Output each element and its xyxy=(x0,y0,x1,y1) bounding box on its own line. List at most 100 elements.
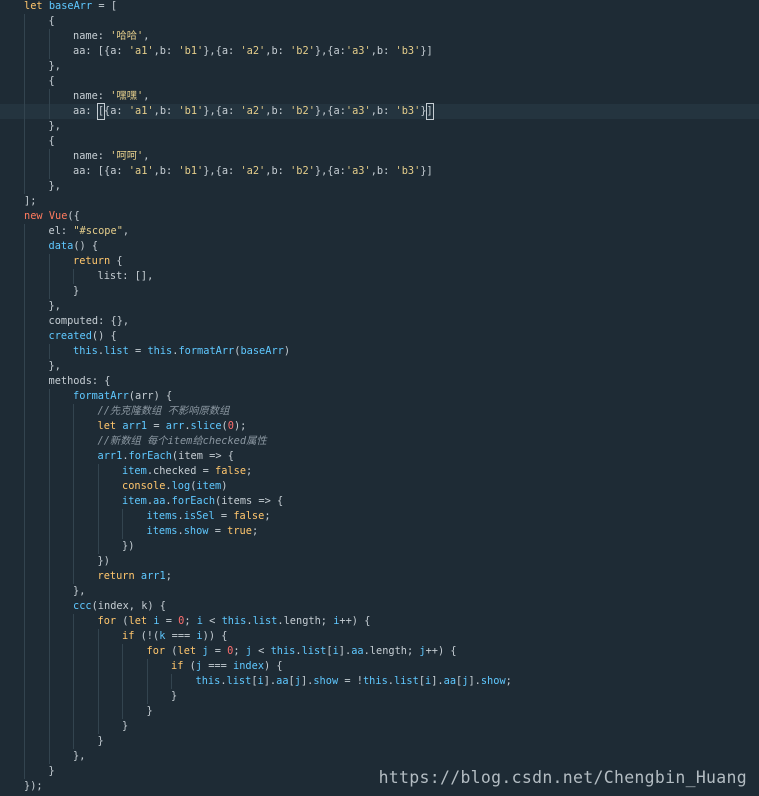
indent-guide xyxy=(122,659,123,674)
code-line[interactable]: items.isSel = false; xyxy=(0,509,759,524)
code-line[interactable]: created() { xyxy=(0,329,759,344)
code-token: },{a: xyxy=(314,105,346,117)
code-line[interactable]: { xyxy=(0,14,759,29)
code-token: ,b: xyxy=(265,45,291,57)
code-line[interactable]: data() { xyxy=(0,239,759,254)
code-token: = ! xyxy=(338,675,363,687)
code-token: ( xyxy=(183,660,196,672)
code-line[interactable]: aa: [{a: 'a1',b: 'b1'},{a: 'a2',b: 'b2'}… xyxy=(0,44,759,59)
code-token: , xyxy=(143,30,150,42)
code-token: }, xyxy=(73,585,86,597)
code-line[interactable]: for (let i = 0; i < this.list.length; i+… xyxy=(0,614,759,629)
code-token: arr1 xyxy=(122,420,148,432)
code-line[interactable]: } xyxy=(0,284,759,299)
code-line[interactable]: if (j === index) { xyxy=(0,659,759,674)
code-token: () { xyxy=(91,330,117,342)
code-editor[interactable]: let baseArr = [{name: '哈哈', aa: [{a: 'a1'… xyxy=(0,0,759,796)
code-line[interactable]: formatArr(arr) { xyxy=(0,389,759,404)
code-line[interactable]: ]; xyxy=(0,194,759,209)
indent-guide xyxy=(24,509,25,524)
code-line[interactable]: //先克隆数组 不影响原数组 xyxy=(0,404,759,419)
code-token: aa: [{a: xyxy=(73,165,129,177)
indent-guide xyxy=(24,254,25,269)
code-text: }, xyxy=(49,359,61,374)
indent-guide xyxy=(73,614,74,629)
code-line[interactable]: let arr1 = arr.slice(0); xyxy=(0,419,759,434)
code-text: aa: [{a: 'a1',b: 'b1'},{a: 'a2',b: 'b2'}… xyxy=(73,44,433,59)
code-line[interactable]: //新数组 每个item给checked属性 xyxy=(0,434,759,449)
code-line[interactable]: items.show = true; xyxy=(0,524,759,539)
code-token: 'a1' xyxy=(128,45,154,57)
code-token: formatArr xyxy=(178,345,235,357)
code-line[interactable]: list: [], xyxy=(0,269,759,284)
code-line[interactable]: computed: {}, xyxy=(0,314,759,329)
code-line[interactable]: } xyxy=(0,689,759,704)
code-line[interactable]: if (!(k === i)) { xyxy=(0,629,759,644)
code-line[interactable]: new Vue({ xyxy=(0,209,759,224)
code-token: el: xyxy=(48,225,74,237)
indent-guide xyxy=(73,719,74,734)
code-token: isSel xyxy=(183,510,215,522)
code-line[interactable]: }, xyxy=(0,584,759,599)
code-line[interactable]: name: '呵呵', xyxy=(0,149,759,164)
code-line[interactable]: }, xyxy=(0,119,759,134)
code-line[interactable]: el: "#scope", xyxy=(0,224,759,239)
code-token: , xyxy=(143,150,150,162)
indent-guide xyxy=(24,224,25,239)
code-token: .length; xyxy=(277,615,334,627)
code-line[interactable]: aa: [{a: 'a1',b: 'b1'},{a: 'a2',b: 'b2'}… xyxy=(0,164,759,179)
code-line[interactable]: { xyxy=(0,134,759,149)
code-line[interactable]: }, xyxy=(0,299,759,314)
code-line[interactable]: } xyxy=(0,734,759,749)
code-token: this xyxy=(147,345,173,357)
code-token: //新数组 每个item给checked属性 xyxy=(97,435,267,447)
code-token: item xyxy=(122,495,147,507)
code-line[interactable]: methods: { xyxy=(0,374,759,389)
code-line[interactable]: this.list[i].aa[j].show = !this.list[i].… xyxy=(0,674,759,689)
code-line[interactable]: { xyxy=(0,74,759,89)
code-line[interactable]: name: '嘿嘿', xyxy=(0,89,759,104)
indent-guide xyxy=(73,704,74,719)
code-line[interactable]: name: '哈哈', xyxy=(0,29,759,44)
code-line[interactable]: item.checked = false; xyxy=(0,464,759,479)
code-token: for xyxy=(146,645,166,657)
indent-guide xyxy=(171,674,172,689)
code-token: '呵呵' xyxy=(110,150,144,162)
indent-guide xyxy=(24,89,25,104)
code-token: { xyxy=(48,75,55,87)
code-line[interactable]: } xyxy=(0,704,759,719)
code-line[interactable]: aa: [{a: 'a1',b: 'b1'},{a: 'a2',b: 'b2'}… xyxy=(0,103,759,120)
code-token: ,b: xyxy=(370,105,396,117)
code-token: ++) { xyxy=(425,645,457,657)
indent-guide xyxy=(97,719,99,734)
code-token: },{a: xyxy=(314,165,346,177)
code-token: aa xyxy=(351,645,364,657)
code-token: list xyxy=(252,615,278,627)
code-line[interactable]: console.log(item) xyxy=(0,479,759,494)
code-line[interactable]: item.aa.forEach(items => { xyxy=(0,494,759,509)
indent-guide xyxy=(24,539,25,554)
code-line[interactable]: let baseArr = [ xyxy=(0,0,759,14)
code-line[interactable]: for (let j = 0; j < this.list[i].aa.leng… xyxy=(0,644,759,659)
indent-guide xyxy=(97,494,99,509)
indent-guide xyxy=(48,164,50,179)
code-line[interactable]: }, xyxy=(0,359,759,374)
code-line[interactable]: }) xyxy=(0,539,759,554)
code-token: } xyxy=(171,690,178,702)
code-line[interactable]: }, xyxy=(0,179,759,194)
code-text: methods: { xyxy=(49,374,111,389)
code-line[interactable]: }, xyxy=(0,59,759,74)
code-line[interactable]: return { xyxy=(0,254,759,269)
code-token: .checked = xyxy=(146,465,216,477)
code-line[interactable]: ccc(index, k) { xyxy=(0,599,759,614)
code-line[interactable]: }, xyxy=(0,749,759,764)
code-line[interactable]: return arr1; xyxy=(0,569,759,584)
code-line[interactable]: } xyxy=(0,719,759,734)
code-text: this.list = this.formatArr(baseArr) xyxy=(73,344,290,359)
code-line[interactable]: }) xyxy=(0,554,759,569)
code-token: , xyxy=(143,90,150,102)
code-line[interactable]: this.list = this.formatArr(baseArr) xyxy=(0,344,759,359)
code-token: }] xyxy=(420,165,433,177)
code-line[interactable]: arr1.forEach(item => { xyxy=(0,449,759,464)
code-text: }, xyxy=(49,59,61,74)
